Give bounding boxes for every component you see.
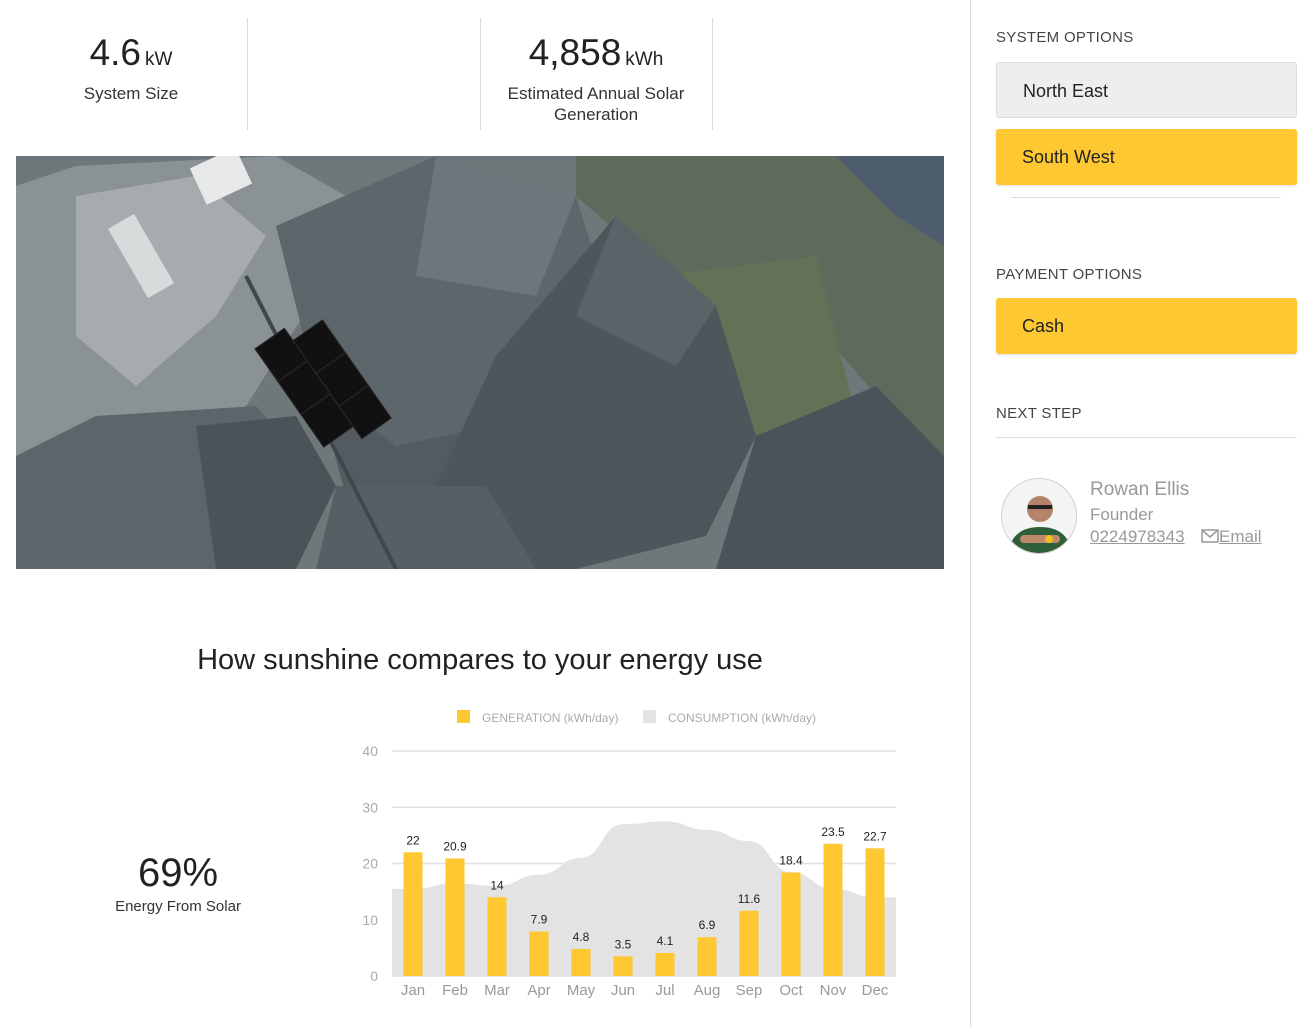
stat-divider — [480, 18, 481, 130]
generation-bar — [823, 843, 843, 976]
bar-value-label: 4.1 — [657, 934, 674, 948]
generation-bar — [403, 852, 423, 976]
system-option-north-east[interactable]: North East — [996, 62, 1297, 118]
x-tick-label: Nov — [820, 982, 847, 999]
bar-value-label: 18.4 — [779, 854, 803, 868]
system-size-value: 4.6 — [89, 32, 141, 73]
y-tick-label: 0 — [370, 968, 378, 984]
x-tick-label: Oct — [779, 982, 803, 999]
annual-generation-label-1: Estimated Annual Solar — [507, 84, 685, 103]
legend-label-consumption: CONSUMPTION (kWh/day) — [668, 711, 816, 725]
payment-option-cash[interactable]: Cash — [996, 298, 1297, 354]
solar-percent-value: 69% — [137, 851, 219, 895]
system-option-south-west[interactable]: South West — [996, 129, 1297, 185]
y-tick-label: 40 — [362, 743, 378, 759]
generation-bar — [529, 931, 549, 976]
system-size-label: System Size — [83, 84, 179, 103]
x-tick-label: Aug — [694, 982, 721, 999]
payment-options-title: PAYMENT OPTIONS — [996, 266, 1143, 283]
consumption-area — [392, 821, 896, 976]
stat-divider — [247, 18, 248, 130]
energy-from-solar: 69% Energy From Solar — [98, 848, 258, 915]
bar-value-label: 6.9 — [699, 918, 716, 932]
legend-swatch-generation — [457, 710, 470, 723]
x-tick-label: Jan — [401, 982, 425, 999]
person-avatar-icon — [1002, 479, 1076, 553]
y-tick-label: 30 — [362, 799, 378, 815]
bar-value-label: 20.9 — [443, 839, 467, 853]
x-tick-label: May — [567, 982, 596, 999]
annual-generation-label-2: Generation — [553, 105, 639, 124]
bar-value-label: 4.8 — [573, 930, 590, 944]
annual-generation-stat: 4,858 kWh Estimated Annual Solar Generati… — [490, 30, 702, 125]
divider — [996, 437, 1297, 438]
solar-percent-label: Energy From Solar — [115, 898, 241, 915]
legend-swatch-consumption — [643, 710, 656, 723]
x-tick-label: Dec — [862, 982, 889, 999]
x-tick-label: Jun — [611, 982, 635, 999]
bar-value-label: 7.9 — [531, 913, 548, 927]
stat-divider — [712, 18, 713, 130]
x-tick-label: Feb — [442, 982, 468, 999]
bar-value-label: 14 — [490, 878, 504, 892]
legend-label-generation: GENERATION (kWh/day) — [482, 711, 618, 725]
envelope-icon — [1201, 529, 1219, 543]
x-tick-label: Jul — [655, 982, 674, 999]
generation-bar — [739, 910, 759, 976]
contact-email-link[interactable]: Email — [1201, 527, 1262, 547]
energy-chart-svg: 0 10 20 30 40 22 20.9 14 7.9 4.8 3.5 4.1 6.9 11.6 18.4… — [362, 710, 896, 999]
bar-value-label: 11.6 — [738, 892, 761, 906]
divider — [1011, 197, 1281, 198]
bar-value-label: 23.5 — [821, 825, 845, 839]
contact-email-label: Email — [1219, 527, 1262, 546]
contact-name: Rowan Ellis — [1090, 479, 1190, 500]
avatar — [1001, 478, 1077, 554]
bar-value-label: 3.5 — [615, 937, 632, 951]
contact-phone-link[interactable]: 0224978343 — [1090, 527, 1185, 547]
generation-bar — [487, 897, 507, 976]
x-tick-label: Mar — [484, 982, 510, 999]
aerial-roof-image[interactable] — [16, 156, 944, 569]
y-tick-label: 20 — [362, 856, 378, 872]
system-options-title: SYSTEM OPTIONS — [996, 29, 1134, 46]
generation-bar — [571, 949, 591, 976]
annual-generation-unit: kWh — [625, 49, 664, 70]
chart-title: How sunshine compares to your energy use — [197, 644, 763, 676]
x-tick-label: Sep — [736, 982, 763, 999]
generation-bar — [655, 952, 675, 976]
y-tick-label: 10 — [362, 912, 378, 928]
x-tick-label: Apr — [527, 982, 550, 999]
main-panel: 4.6 kW System Size 4,858 kWh Estimated Ann… — [0, 0, 970, 1027]
generation-bar — [697, 937, 717, 976]
generation-bar — [865, 848, 885, 976]
bar-value-label: 22 — [406, 833, 420, 847]
bar-value-label: 22.7 — [863, 829, 887, 843]
sidebar: SYSTEM OPTIONS North East South West PAY… — [970, 0, 1314, 1027]
generation-bar — [613, 956, 633, 976]
next-step-title: NEXT STEP — [996, 405, 1082, 422]
generation-bar — [445, 858, 465, 976]
energy-chart: 0 10 20 30 40 22 20.9 14 7.9 4.8 3.5 4.1 6.9 11.6 18.4… — [340, 700, 920, 1010]
contact-role: Founder — [1090, 505, 1154, 524]
annual-generation-value: 4,858 — [528, 32, 622, 73]
system-size-stat: 4.6 kW System Size — [60, 30, 202, 104]
generation-bar — [781, 872, 801, 976]
system-size-unit: kW — [145, 49, 173, 70]
